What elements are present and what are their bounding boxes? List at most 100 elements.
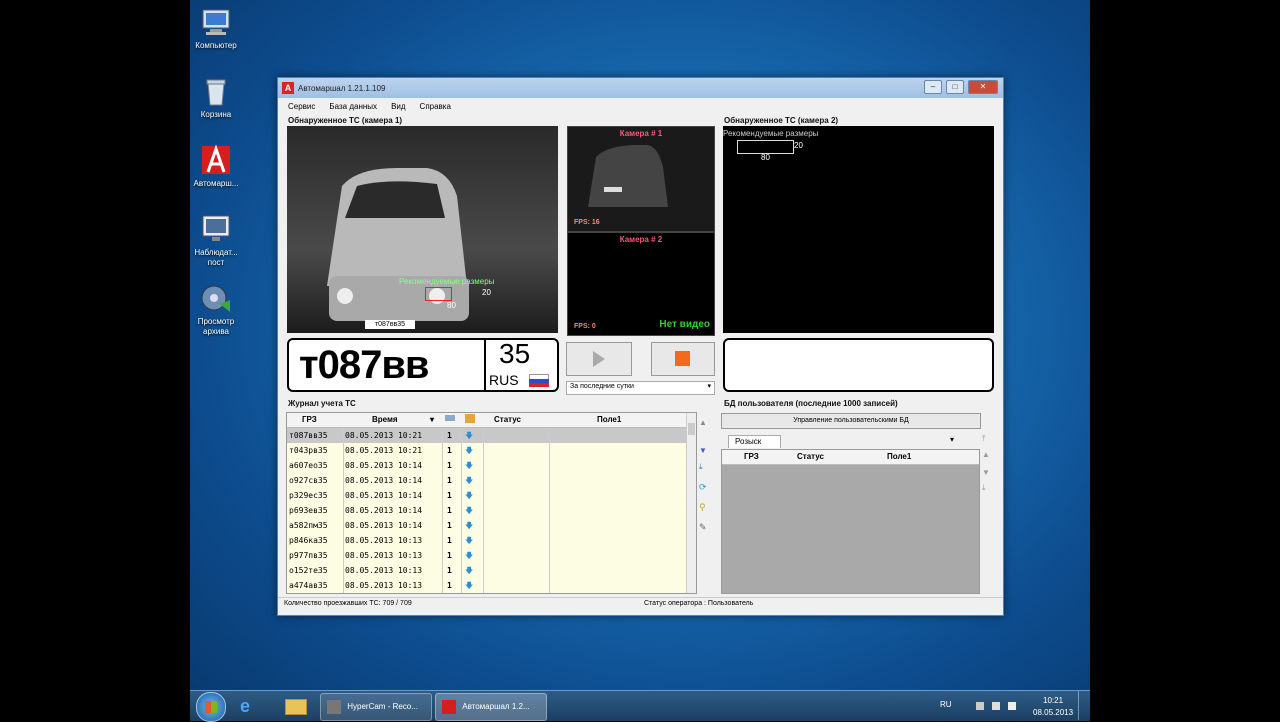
desktop-icon-recycle-bin[interactable]: Корзина — [190, 75, 246, 120]
desktop-icon-computer[interactable]: Компьютер — [190, 6, 246, 51]
window-title: Автомаршал 1.21.1.109 — [298, 83, 386, 93]
clock-date[interactable]: 08.05.2013 — [1033, 708, 1073, 717]
row-time: 08.05.2013 10:14 — [345, 506, 423, 515]
cam1-view[interactable]: Рекомендуемые размеры 20 80 т087вв35 — [287, 126, 558, 333]
manage-userdb-button[interactable]: Управление пользовательскими БД — [721, 413, 981, 429]
menu-view[interactable]: Вид — [391, 102, 405, 111]
russia-flag-icon — [529, 374, 549, 387]
camera2-preview[interactable]: Камера # 2 FPS: 0 Нет видео — [567, 232, 715, 336]
download-arrow-icon[interactable]: 🡇 — [465, 428, 473, 443]
table-row[interactable]: а474ав35 08.05.2013 10:13 1 🡇 — [287, 578, 686, 593]
taskbar-ie-icon[interactable]: e — [240, 696, 260, 716]
col-field1[interactable]: Поле1 — [597, 415, 621, 424]
computer-icon — [200, 6, 232, 38]
table-row[interactable]: р329ес35 08.05.2013 10:14 1 🡇 — [287, 488, 686, 503]
menu-help[interactable]: Справка — [420, 102, 451, 111]
desktop-icon-avtomarshal[interactable]: Автомарш... — [190, 144, 246, 189]
language-indicator[interactable]: RU — [940, 700, 952, 709]
cam2-detect-box — [737, 140, 794, 154]
download-arrow-icon[interactable]: 🡇 — [465, 458, 473, 473]
hypercam-icon — [327, 699, 341, 714]
download-arrow-icon[interactable]: 🡇 — [465, 548, 473, 563]
tab-search[interactable]: Розыск — [728, 435, 781, 448]
download-arrow-icon[interactable]: 🡇 — [465, 488, 473, 503]
row-plate: о927св35 — [289, 476, 328, 485]
cam2-plate — [723, 338, 994, 392]
userdb-down-icon[interactable]: ⤓ — [982, 483, 994, 493]
period-select[interactable]: За последние сутки ▾ — [566, 381, 715, 395]
status-operator: Статус оператора : Пользователь — [644, 600, 754, 607]
tab-menu-icon[interactable]: ▾ — [950, 435, 954, 444]
tray-network-icon[interactable] — [992, 702, 1000, 710]
col-time[interactable]: Время — [372, 415, 398, 424]
download-arrow-icon[interactable]: 🡇 — [465, 533, 473, 548]
taskbar-avtomarshal[interactable]: Автомаршал 1.2... — [435, 693, 547, 721]
desktop-icon-archive[interactable]: Просмотр архива — [190, 282, 246, 337]
search-icon[interactable]: ⚲ — [699, 502, 711, 512]
play-button[interactable] — [566, 342, 632, 376]
row-count: 1 — [447, 491, 452, 500]
taskbar-explorer-icon[interactable] — [285, 699, 307, 715]
table-row[interactable]: а582пм35 08.05.2013 10:14 1 🡇 — [287, 518, 686, 533]
table-row[interactable]: р977пв35 08.05.2013 10:13 1 🡇 — [287, 548, 686, 563]
table-row[interactable]: р693ев35 08.05.2013 10:14 1 🡇 — [287, 503, 686, 518]
camera1-preview[interactable]: Камера # 1 FPS: 16 — [567, 126, 715, 232]
title-bar: A Автомаршал 1.21.1.109 – □ ✕ — [278, 78, 1003, 98]
download-arrow-icon[interactable]: 🡇 — [465, 578, 473, 593]
stop-button[interactable] — [651, 342, 715, 376]
download-arrow-icon[interactable]: 🡇 — [465, 503, 473, 518]
userdb-header: ГРЗ Статус Поле1 — [722, 450, 979, 465]
col-plate[interactable]: ГРЗ — [302, 415, 317, 424]
avtomarshal-logo-icon — [200, 144, 232, 176]
download-arrow-icon[interactable]: 🡇 — [465, 473, 473, 488]
table-row[interactable]: о152те35 08.05.2013 10:13 1 🡇 — [287, 563, 686, 578]
userdb-prev-icon[interactable]: ▲ — [982, 450, 994, 460]
userdb-col-status[interactable]: Статус — [797, 452, 824, 461]
table-row[interactable]: т043рв35 08.05.2013 10:21 1 🡇 — [287, 443, 686, 458]
col-divider — [483, 428, 484, 593]
stop-icon — [675, 351, 690, 366]
show-desktop-button[interactable] — [1078, 691, 1090, 720]
arrow-up-icon[interactable]: ▲ — [699, 418, 711, 428]
table-row[interactable]: т087вв35 08.05.2013 10:21 1 🡇 — [287, 428, 686, 443]
refresh-icon[interactable]: ⟳ — [699, 482, 711, 492]
cam2-view[interactable]: Рекомендуемые размеры 20 80 — [723, 126, 994, 333]
row-time: 08.05.2013 10:14 — [345, 521, 423, 530]
table-row[interactable]: о927св35 08.05.2013 10:14 1 🡇 — [287, 473, 686, 488]
arrow-down-icon[interactable]: ▼ — [699, 446, 711, 456]
taskbar-hypercam[interactable]: HyperCam - Reco... — [320, 693, 432, 721]
table-row[interactable]: р846ка35 08.05.2013 10:13 1 🡇 — [287, 533, 686, 548]
edit-icon[interactable]: ✎ — [699, 522, 711, 532]
recognized-plate: т087вв 35 RUS — [287, 338, 559, 392]
row-plate: р329ес35 — [289, 491, 328, 500]
userdb-next-icon[interactable]: ▼ — [982, 468, 994, 478]
scroll-thumb[interactable] — [688, 423, 695, 435]
download-arrow-icon[interactable]: 🡇 — [465, 443, 473, 458]
avtomarshal-taskbar-icon — [442, 699, 456, 714]
close-button[interactable]: ✕ — [968, 80, 998, 94]
journal-scrollbar[interactable] — [686, 413, 696, 593]
row-count: 1 — [447, 521, 452, 530]
desktop-icon-post[interactable]: Наблюдат... пост — [190, 213, 246, 268]
cam1-overlay-label: Рекомендуемые размеры — [399, 277, 495, 286]
menu-service[interactable]: Сервис — [288, 102, 315, 111]
cam2-overlay-width: 20 — [794, 141, 803, 150]
userdb-col-field1[interactable]: Поле1 — [887, 452, 911, 461]
minimize-button[interactable]: – — [924, 80, 942, 94]
userdb-col-plate[interactable]: ГРЗ — [744, 452, 759, 461]
desktop-icon-label: Корзина — [200, 110, 232, 119]
arrow-bottom-icon[interactable]: ⤓ — [699, 462, 711, 472]
maximize-button[interactable]: □ — [946, 80, 964, 94]
menu-database[interactable]: База данных — [329, 102, 377, 111]
table-row[interactable]: а607ео35 08.05.2013 10:14 1 🡇 — [287, 458, 686, 473]
userdb-up-icon[interactable]: ⤒ — [982, 434, 994, 444]
row-time: 08.05.2013 10:14 — [345, 491, 423, 500]
col-status[interactable]: Статус — [494, 415, 521, 424]
download-arrow-icon[interactable]: 🡇 — [465, 518, 473, 533]
download-arrow-icon[interactable]: 🡇 — [465, 563, 473, 578]
tray-volume-icon[interactable] — [1008, 702, 1016, 710]
clock-time[interactable]: 10:21 — [1043, 696, 1063, 705]
start-button[interactable] — [196, 692, 226, 722]
row-count: 1 — [447, 581, 452, 590]
tray-flag-icon[interactable] — [976, 702, 984, 710]
